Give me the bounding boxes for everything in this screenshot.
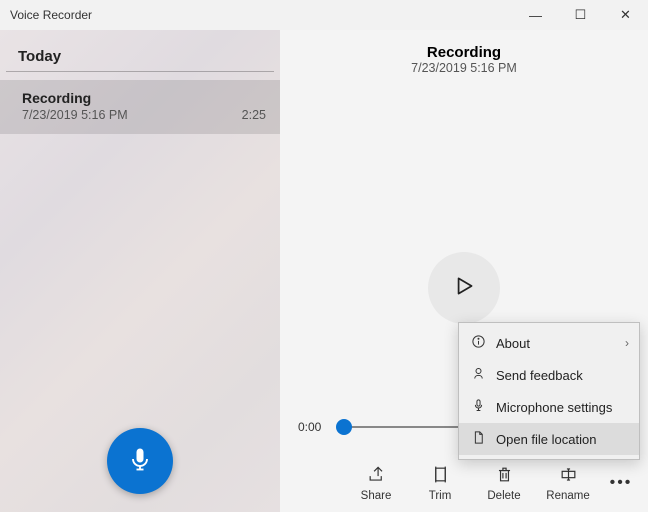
menu-item-open-file-location[interactable]: Open file location [459, 423, 639, 455]
rename-label: Rename [546, 490, 589, 502]
recording-name: Recording [22, 90, 266, 106]
share-button[interactable]: Share [344, 459, 408, 502]
menu-item-label: Open file location [496, 432, 596, 447]
maximize-button[interactable]: ☐ [558, 0, 603, 30]
menu-item-microphone-settings[interactable]: Microphone settings [459, 391, 639, 423]
play-button[interactable] [428, 252, 500, 324]
microphone-icon [471, 398, 486, 416]
rename-button[interactable]: Rename [536, 459, 600, 502]
rename-icon [559, 465, 578, 487]
title-bar: Voice Recorder — ☐ ✕ [0, 0, 648, 30]
playback-title: Recording [411, 44, 517, 61]
app-title: Voice Recorder [10, 8, 92, 22]
info-icon [471, 334, 486, 352]
trim-icon [431, 465, 450, 487]
close-button[interactable]: ✕ [603, 0, 648, 30]
chevron-right-icon: › [625, 336, 629, 350]
window-controls: — ☐ ✕ [513, 0, 648, 30]
recording-duration: 2:25 [242, 108, 266, 122]
delete-label: Delete [487, 490, 520, 502]
menu-item-label: Microphone settings [496, 400, 612, 415]
share-icon [367, 465, 386, 487]
record-button[interactable] [107, 428, 173, 494]
trash-icon [495, 465, 514, 487]
playback-subtitle: 7/23/2019 5:16 PM [411, 61, 517, 75]
playback-panel: Recording 7/23/2019 5:16 PM [280, 30, 648, 512]
menu-item-label: About [496, 336, 530, 351]
recordings-sidebar: Today Recording 7/23/2019 5:16 PM 2:25 [0, 30, 280, 512]
recording-list-item[interactable]: Recording 7/23/2019 5:16 PM 2:25 [0, 80, 280, 134]
recording-timestamp: 7/23/2019 5:16 PM [22, 108, 128, 122]
time-current: 0:00 [298, 420, 332, 434]
section-header-today: Today [6, 30, 274, 72]
file-icon [471, 430, 486, 448]
seek-thumb[interactable] [336, 419, 352, 435]
share-label: Share [361, 490, 392, 502]
minimize-button[interactable]: — [513, 0, 558, 30]
more-icon: ••• [610, 474, 633, 492]
delete-button[interactable]: Delete [472, 459, 536, 502]
more-context-menu: About › Send feedback Microphone setting… [458, 322, 640, 460]
trim-label: Trim [429, 490, 452, 502]
menu-item-label: Send feedback [496, 368, 583, 383]
play-icon [451, 273, 477, 304]
menu-item-send-feedback[interactable]: Send feedback [459, 359, 639, 391]
trim-button[interactable]: Trim [408, 459, 472, 502]
app-window: Voice Recorder — ☐ ✕ Today Recording 7/2… [0, 0, 648, 512]
feedback-icon [471, 366, 486, 384]
menu-item-about[interactable]: About › [459, 327, 639, 359]
microphone-icon [126, 445, 154, 478]
more-button[interactable]: ••• [600, 468, 642, 492]
